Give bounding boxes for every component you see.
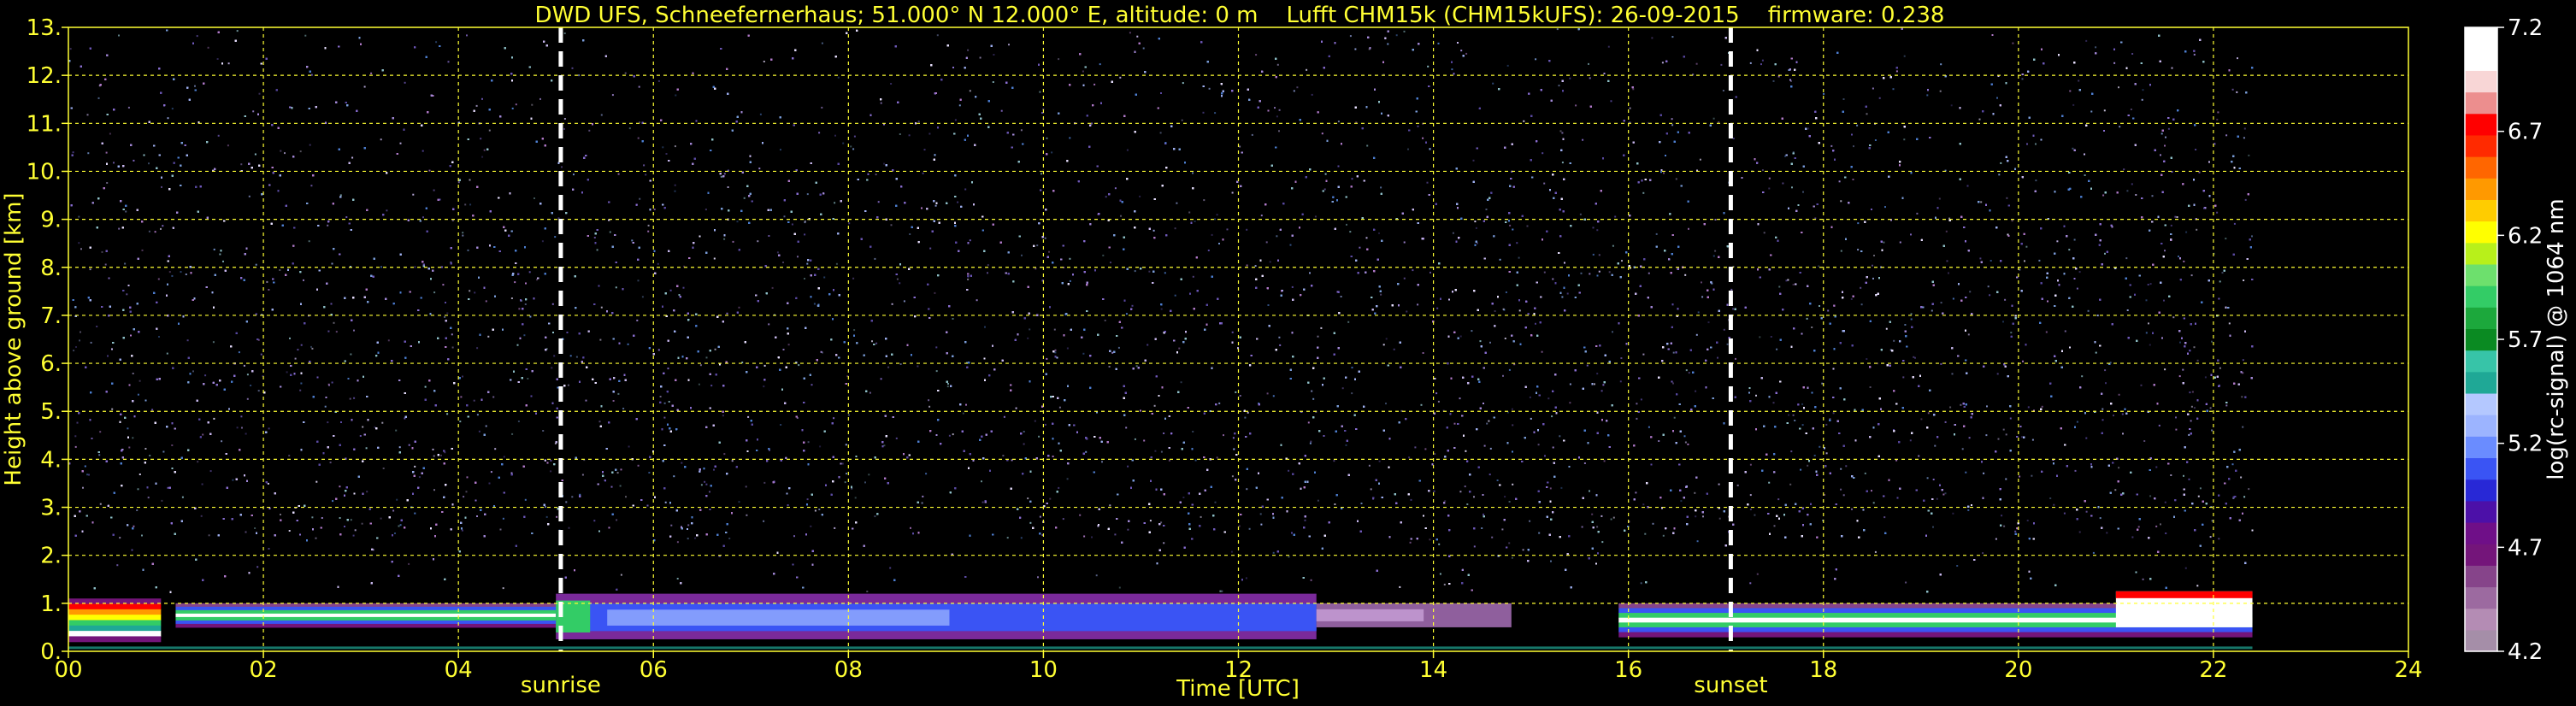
layer-fading-core [1316, 609, 1424, 621]
colorbar-swatch [2465, 371, 2497, 394]
layer-band [175, 603, 557, 608]
plot-background [68, 27, 2408, 651]
colorbar-swatch [2465, 521, 2497, 544]
colorbar-swatch [2465, 500, 2497, 523]
colorbar-swatch [2465, 156, 2497, 179]
colorbar-swatch [2465, 307, 2497, 330]
colorbar-swatch [2465, 544, 2497, 566]
x-tick-label: 14 [1419, 657, 1447, 683]
colorbar: 4.2 4.7 5.2 5.7 6.2 6.7 7.2 log(rc-signal) @ 1… [2464, 15, 2569, 665]
colorbar-tick-label: 7.2 [2508, 15, 2543, 41]
y-tick-label: 5. [40, 399, 62, 425]
colorbar-swatch [2465, 608, 2497, 631]
colorbar-swatch [2465, 221, 2497, 244]
colorbar-swatch [2465, 436, 2497, 459]
colorbar-swatch [2465, 49, 2497, 71]
layer-band [175, 616, 557, 621]
ceilometer-chart: DWD UFS, Schneefernerhaus; 51.000° N 12.… [1, 3, 2569, 702]
marker-label-sunrise: sunrise [521, 673, 601, 698]
colorbar-swatch [2465, 27, 2497, 50]
colorbar-swatch [2465, 328, 2497, 351]
y-tick-label: 12. [27, 63, 62, 89]
y-tick-label: 9. [40, 208, 62, 233]
colorbar-swatch [2465, 350, 2497, 373]
y-tick-label: 8. [40, 256, 62, 281]
colorbar-tick-label: 5.7 [2508, 327, 2543, 353]
x-tick-label: 02 [250, 657, 278, 683]
colorbar-swatch [2465, 134, 2497, 157]
colorbar-swatch [2465, 415, 2497, 437]
colorbar-swatch [2465, 565, 2497, 588]
y-tick-label: 1. [40, 591, 62, 617]
colorbar-swatch [2465, 242, 2497, 265]
x-tick-label: 22 [2199, 657, 2227, 683]
layer-band [68, 609, 162, 615]
colorbar-swatch [2465, 457, 2497, 480]
layer-band [175, 606, 557, 611]
evening-layer-top [2115, 591, 2253, 598]
colorbar-swatch [2465, 70, 2497, 93]
y-axis-label: Height above ground [km] [1, 192, 27, 485]
layer-core-bright [607, 609, 950, 626]
layer-band [175, 613, 557, 618]
colorbar-swatch [2465, 586, 2497, 609]
colorbar-swatch [2465, 199, 2497, 222]
layer-band [68, 625, 162, 632]
colorbar-tick-label: 6.2 [2508, 223, 2543, 249]
colorbar-tick-label: 5.2 [2508, 432, 2543, 457]
x-tick-label: 10 [1029, 657, 1058, 683]
x-tick-label: 18 [1809, 657, 1837, 683]
colorbar-swatch [2465, 263, 2497, 286]
colorbar-swatch [2465, 113, 2497, 136]
colorbar-ticks: 4.2 4.7 5.2 5.7 6.2 6.7 7.2 [2497, 15, 2543, 665]
colorbar-swatch [2465, 285, 2497, 308]
colorbar-tick-label: 4.7 [2508, 535, 2543, 561]
colorbar-swatches [2465, 27, 2497, 652]
y-tick-label: 0. [40, 639, 62, 665]
x-tick-label: 04 [445, 657, 473, 683]
layer-band [68, 636, 162, 643]
colorbar-tick-label: 4.2 [2508, 639, 2543, 665]
y-tick-label: 7. [40, 303, 62, 329]
x-tick-label: 16 [1614, 657, 1642, 683]
y-tick-label: 6. [40, 351, 62, 377]
x-tick-label: 06 [640, 657, 668, 683]
y-tick-label: 13. [27, 15, 62, 41]
x-axis-label: Time [UTC] [1176, 676, 1300, 702]
y-tick-label: 2. [40, 544, 62, 569]
colorbar-swatch [2465, 629, 2497, 652]
layer-band [68, 631, 162, 637]
layer-band [68, 620, 162, 627]
chart-title: DWD UFS, Schneefernerhaus; 51.000° N 12.… [535, 3, 1945, 28]
layer-band [175, 620, 557, 625]
layer-band [68, 615, 162, 621]
y-tick-label: 3. [40, 496, 62, 521]
layer-band [1618, 627, 2253, 633]
surface-signal [68, 646, 2253, 650]
x-tick-label: 08 [834, 657, 863, 683]
colorbar-swatch [2465, 178, 2497, 200]
x-tick-label: 24 [2394, 657, 2422, 683]
colorbar-swatch [2465, 479, 2497, 502]
plot-area [68, 26, 2409, 652]
colorbar-label: log(rc-signal) @ 1064 nm [2544, 198, 2569, 479]
layer-band [175, 609, 557, 615]
layer-band [175, 623, 557, 628]
y-axis-ticks: 0. 1. 2. 3. 4. 5. 6. 7. 8. 9. 10. 11. 12. 13. [27, 15, 68, 665]
marker-label-sunset: sunset [1694, 673, 1767, 698]
colorbar-swatch [2465, 392, 2497, 415]
colorbar-swatch [2465, 91, 2497, 115]
y-tick-label: 10. [27, 159, 62, 185]
layer-band [68, 603, 162, 610]
y-tick-label: 4. [40, 447, 62, 473]
layer-band [1618, 632, 2253, 638]
y-tick-label: 11. [27, 111, 62, 137]
colorbar-tick-label: 6.7 [2508, 120, 2543, 145]
x-tick-label: 20 [2004, 657, 2032, 683]
